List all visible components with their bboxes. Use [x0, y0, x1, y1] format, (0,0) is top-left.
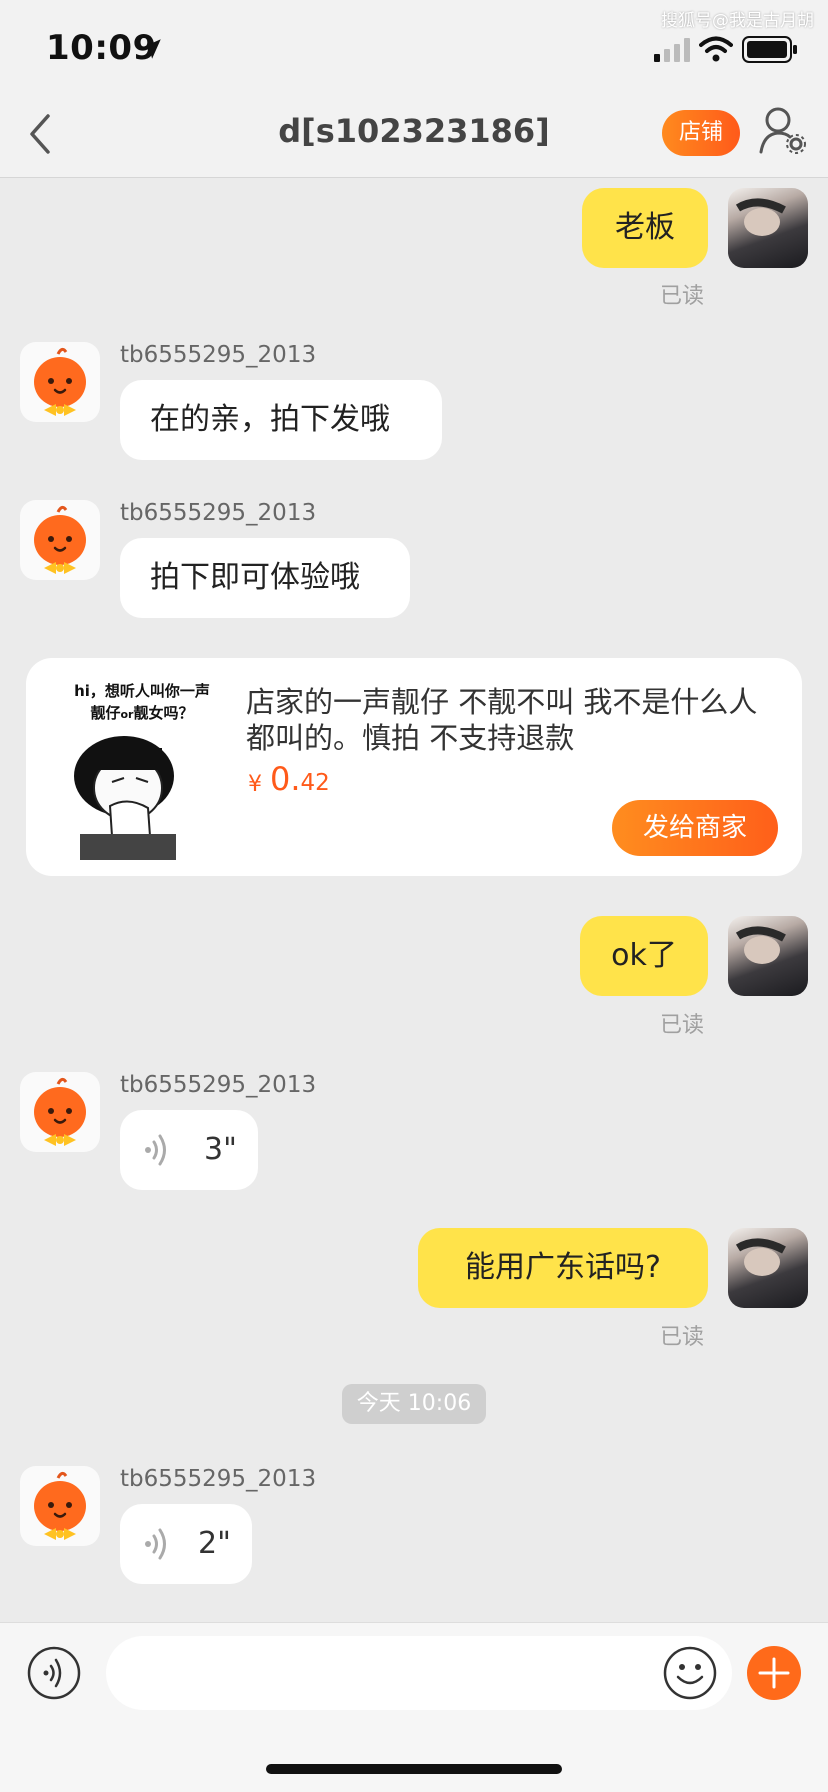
user-photo	[735, 926, 786, 964]
price-symbol: ¥	[248, 772, 262, 797]
product-description: 店家的一声靓仔 不靓不叫 我不是什么人都叫的。慎拍 不支持退款	[246, 685, 758, 755]
message-bubble-outgoing[interactable]: 老板	[582, 188, 708, 268]
sender-name: tb6555295_2013	[120, 1466, 317, 1492]
seller-avatar[interactable]	[20, 1072, 100, 1152]
voice-message[interactable]: 2"	[120, 1504, 252, 1584]
pumpkin-mascot-icon	[34, 1077, 86, 1146]
message-bubble-outgoing[interactable]: 能用广东话吗?	[418, 1228, 708, 1308]
read-status: 已读	[660, 1013, 705, 1038]
profile-settings-icon[interactable]	[758, 106, 806, 156]
sender-name: tb6555295_2013	[120, 1072, 317, 1098]
seller-avatar[interactable]	[20, 500, 100, 580]
chat-timestamp: 今天 10:06	[342, 1384, 486, 1424]
read-status: 已读	[660, 1325, 705, 1350]
pumpkin-mascot-icon	[34, 1471, 86, 1540]
shop-button[interactable]: 店铺	[662, 110, 740, 156]
voice-icon[interactable]	[26, 1645, 82, 1701]
user-photo	[735, 1238, 786, 1276]
user-avatar[interactable]	[728, 188, 808, 268]
pumpkin-mascot-icon	[34, 505, 86, 574]
product-price: 0.42	[270, 760, 330, 798]
message-bubble-outgoing[interactable]: ok了	[580, 916, 708, 996]
signal-icon	[654, 38, 690, 62]
voice-duration: 2"	[198, 1526, 231, 1561]
wifi-icon	[699, 36, 733, 62]
battery-icon	[742, 36, 797, 63]
seller-avatar[interactable]	[20, 1466, 100, 1546]
product-image-caption: hi，想听人叫你一声 靓仔or靓女吗？	[74, 682, 210, 722]
read-status: 已读	[660, 284, 705, 309]
back-icon[interactable]	[24, 110, 56, 158]
emoji-icon[interactable]	[662, 1645, 718, 1701]
seller-avatar[interactable]	[20, 342, 100, 422]
home-indicator	[266, 1764, 562, 1774]
meme-face	[74, 736, 176, 860]
message-bubble-incoming[interactable]: 拍下即可体验哦	[120, 538, 410, 618]
user-avatar[interactable]	[728, 916, 808, 996]
voice-message[interactable]: 3"	[120, 1110, 258, 1190]
voice-duration: 3"	[204, 1132, 237, 1167]
product-image[interactable]: hi，想听人叫你一声 靓仔or靓女吗？	[52, 680, 232, 860]
message-input[interactable]	[106, 1636, 732, 1710]
message-bubble-incoming[interactable]: 在的亲，拍下发哦	[120, 380, 442, 460]
sender-name: tb6555295_2013	[120, 342, 317, 368]
pumpkin-mascot-icon	[34, 347, 86, 416]
user-photo	[735, 198, 786, 236]
sender-name: tb6555295_2013	[120, 500, 317, 526]
location-arrow-icon	[141, 39, 161, 59]
plus-icon[interactable]	[746, 1645, 802, 1701]
chat-header: d[s102323186] 店铺	[0, 90, 828, 178]
send-to-seller-button[interactable]: 发给商家	[612, 800, 778, 856]
user-avatar[interactable]	[728, 1228, 808, 1308]
voice-wave-icon	[145, 1134, 166, 1166]
voice-wave-icon	[145, 1528, 166, 1560]
watermark: 搜狐号@我是古月胡	[661, 11, 814, 31]
